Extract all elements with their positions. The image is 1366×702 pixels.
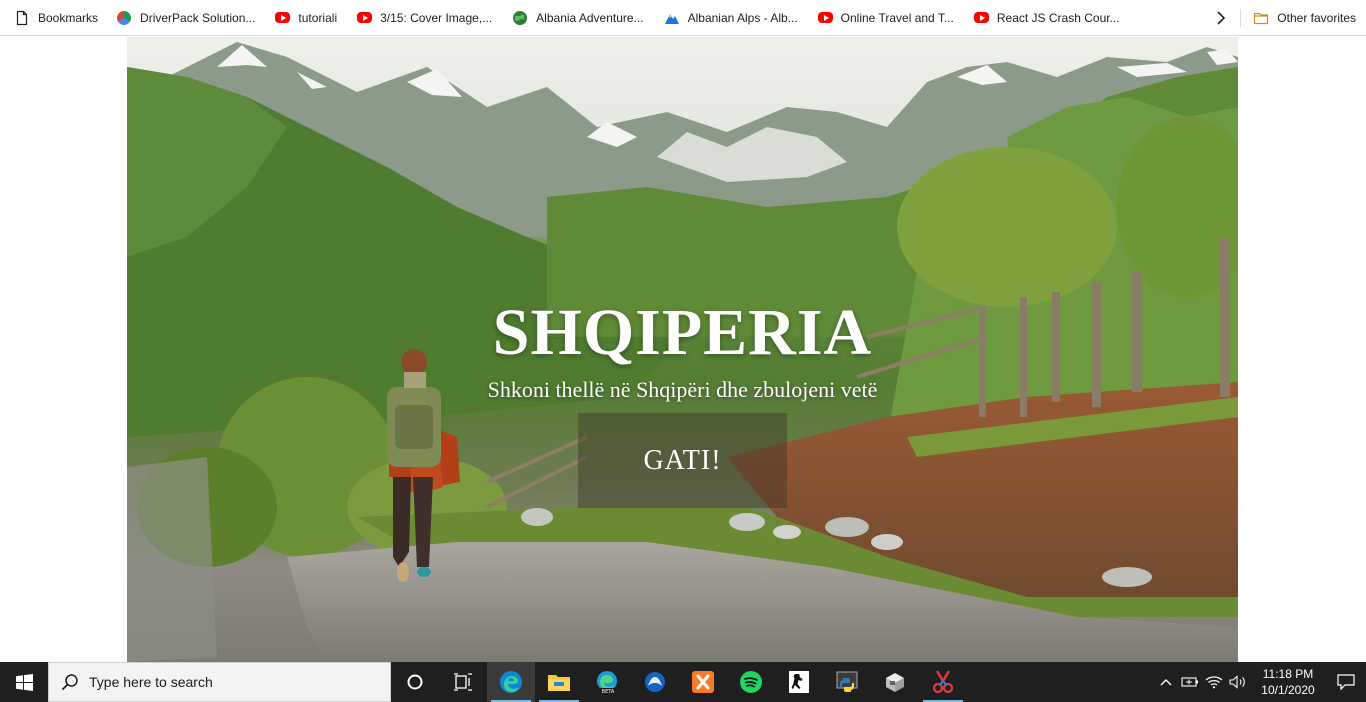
taskbar-snipping-tool[interactable] — [919, 662, 967, 702]
youtube-icon — [275, 12, 291, 23]
hero-subtitle: Shkoni thellë në Shqipëri dhe zbulojeni … — [487, 377, 878, 402]
taskbar-search-box[interactable]: Type here to search — [48, 662, 391, 702]
file-explorer-icon — [548, 675, 570, 691]
bookmark-label: Online Travel and T... — [840, 10, 954, 25]
volume-icon — [1229, 675, 1245, 689]
game-icon — [789, 671, 809, 693]
taskbar-file-explorer[interactable] — [535, 662, 583, 702]
app-blue-icon — [645, 672, 665, 692]
taskbar-edge-beta[interactable]: BETA — [583, 662, 631, 702]
vm-icon — [886, 673, 904, 692]
search-placeholder: Type here to search — [89, 674, 213, 690]
snipping-tool-icon — [932, 670, 954, 694]
edge-icon — [500, 671, 522, 693]
system-tray: 11:18 PM 10/1/2020 — [1154, 662, 1366, 702]
bookmark-albania-adventure[interactable]: Albania Adventure... — [506, 4, 649, 32]
bookmark-label: DriverPack Solution... — [140, 10, 256, 25]
volume-tray-button[interactable] — [1226, 675, 1250, 689]
bookmark-cover-image[interactable]: 3/15: Cover Image,... — [351, 4, 498, 32]
youtube-icon — [357, 12, 373, 23]
wifi-tray-button[interactable] — [1202, 675, 1226, 689]
windows-logo-icon — [15, 673, 33, 691]
edge-beta-icon: BETA — [597, 671, 617, 695]
windows-taskbar: Type here to search BETA 11:18 PM 10/1/2… — [0, 662, 1366, 702]
bookmarks-bar: Bookmarks DriverPack Solution... tutoria… — [0, 0, 1366, 36]
cortana-icon — [407, 674, 423, 690]
taskbar-game[interactable] — [775, 662, 823, 702]
bookmark-albanian-alps[interactable]: Albanian Alps - Alb... — [658, 4, 804, 32]
show-hidden-icons-button[interactable] — [1154, 678, 1178, 686]
action-center-button[interactable] — [1326, 674, 1366, 690]
taskbar-python[interactable] — [823, 662, 871, 702]
chevron-up-icon — [1160, 679, 1172, 686]
xampp-icon — [692, 671, 714, 693]
battery-tray-button[interactable] — [1178, 676, 1202, 688]
taskbar-spotify[interactable] — [727, 662, 775, 702]
bookmark-online-travel[interactable]: Online Travel and T... — [812, 4, 960, 32]
task-view-icon — [454, 673, 472, 691]
clock-time: 11:18 PM — [1262, 667, 1314, 681]
bookmark-bookmarks[interactable]: Bookmarks — [0, 4, 104, 32]
bookmark-label: Bookmarks — [38, 10, 99, 25]
other-favorites-label: Other favorites — [1277, 10, 1356, 25]
youtube-icon — [817, 12, 833, 23]
svg-text:BETA: BETA — [602, 689, 615, 695]
search-icon — [61, 674, 78, 691]
globe-icon — [512, 10, 528, 26]
taskbar-clock[interactable]: 11:18 PM 10/1/2020 — [1250, 666, 1326, 698]
spotify-icon — [740, 671, 762, 693]
taskbar-vm[interactable] — [871, 662, 919, 702]
battery-icon — [1181, 677, 1198, 687]
bookmark-tutoriali[interactable]: tutoriali — [269, 4, 343, 32]
gati-button[interactable]: GATI! — [578, 413, 787, 508]
bookmark-label: Albanian Alps - Alb... — [687, 10, 798, 25]
bookmark-label: 3/15: Cover Image,... — [380, 10, 493, 25]
clock-date: 10/1/2020 — [1261, 683, 1315, 697]
taskbar-xampp[interactable] — [679, 662, 727, 702]
youtube-icon — [973, 12, 989, 23]
mountain-icon — [664, 10, 680, 26]
hero-content: SHQIPERIA Shkoni thellë në Shqipëri dhe … — [127, 37, 1238, 662]
bookmark-label: tutoriali — [298, 10, 338, 25]
bookmarks-divider — [1240, 8, 1242, 27]
bookmark-label: Albania Adventure... — [536, 10, 644, 25]
hero-section: SHQIPERIA Shkoni thellë në Shqipëri dhe … — [127, 37, 1238, 662]
bookmark-label: React JS Crash Cour... — [996, 10, 1120, 25]
start-button[interactable] — [0, 662, 48, 702]
notification-icon — [1337, 674, 1355, 690]
taskbar-edge[interactable] — [487, 662, 535, 702]
more-bookmarks-chevron-icon[interactable] — [1208, 5, 1234, 31]
bookmark-page-icon — [14, 10, 30, 26]
python-icon — [836, 671, 858, 692]
wifi-icon — [1205, 676, 1223, 689]
task-view-button[interactable] — [439, 662, 487, 702]
taskbar-blue-app[interactable] — [631, 662, 679, 702]
other-favorites[interactable]: Other favorites — [1247, 4, 1362, 32]
bookmark-react-crash-course[interactable]: React JS Crash Cour... — [968, 4, 1126, 32]
hero-title: SHQIPERIA — [492, 296, 873, 369]
cortana-button[interactable] — [391, 662, 439, 702]
driverpack-icon — [116, 10, 132, 26]
folder-icon — [1253, 10, 1269, 26]
bookmark-driverpack[interactable]: DriverPack Solution... — [110, 4, 261, 32]
